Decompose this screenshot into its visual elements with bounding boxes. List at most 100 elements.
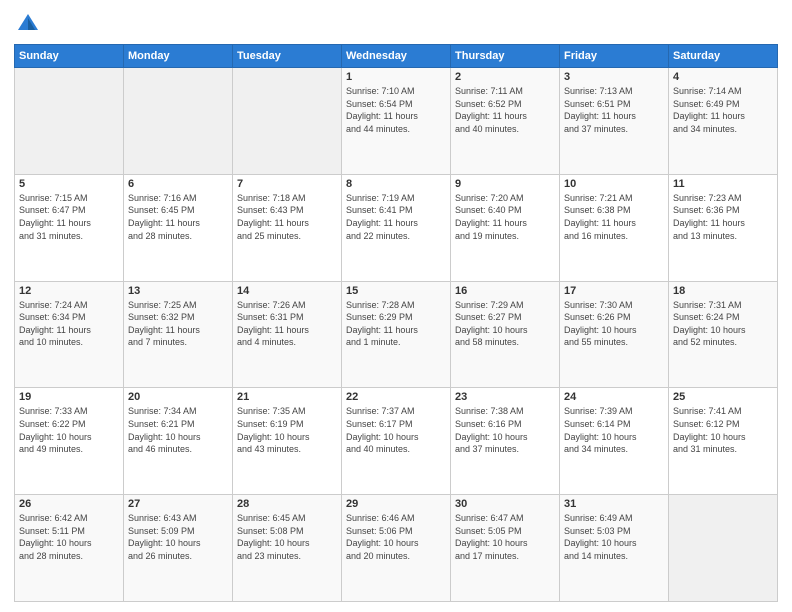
day-cell: 23 Sunrise: 7:38 AM Sunset: 6:16 PM Dayli… <box>451 388 560 495</box>
day-number: 27 <box>128 498 228 510</box>
weekday-header-monday: Monday <box>124 45 233 68</box>
day-cell: 28 Sunrise: 6:45 AM Sunset: 5:08 PM Dayli… <box>233 495 342 602</box>
day-cell: 1 Sunrise: 7:10 AM Sunset: 6:54 PM Daylig… <box>342 68 451 175</box>
day-number: 8 <box>346 178 446 190</box>
header <box>14 10 778 38</box>
day-number: 13 <box>128 285 228 297</box>
day-cell: 26 Sunrise: 6:42 AM Sunset: 5:11 PM Dayli… <box>15 495 124 602</box>
day-number: 25 <box>673 391 773 403</box>
day-number: 17 <box>564 285 664 297</box>
day-info: Sunrise: 7:29 AM Sunset: 6:27 PM Dayligh… <box>455 299 555 349</box>
day-info: Sunrise: 7:28 AM Sunset: 6:29 PM Dayligh… <box>346 299 446 349</box>
day-number: 14 <box>237 285 337 297</box>
day-number: 24 <box>564 391 664 403</box>
day-info: Sunrise: 6:43 AM Sunset: 5:09 PM Dayligh… <box>128 512 228 562</box>
day-info: Sunrise: 6:47 AM Sunset: 5:05 PM Dayligh… <box>455 512 555 562</box>
day-cell: 30Sunrise: 6:47 AM Sunset: 5:05 PM Dayli… <box>451 495 560 602</box>
day-info: Sunrise: 7:34 AM Sunset: 6:21 PM Dayligh… <box>128 405 228 455</box>
day-info: Sunrise: 6:46 AM Sunset: 5:06 PM Dayligh… <box>346 512 446 562</box>
day-number: 19 <box>19 391 119 403</box>
day-number: 11 <box>673 178 773 190</box>
day-cell: 6Sunrise: 7:16 AM Sunset: 6:45 PM Daylig… <box>124 174 233 281</box>
day-info: Sunrise: 7:26 AM Sunset: 6:31 PM Dayligh… <box>237 299 337 349</box>
day-info: Sunrise: 6:42 AM Sunset: 5:11 PM Dayligh… <box>19 512 119 562</box>
weekday-header-wednesday: Wednesday <box>342 45 451 68</box>
day-number: 1 <box>346 71 446 83</box>
week-row-0: 1 Sunrise: 7:10 AM Sunset: 6:54 PM Daylig… <box>15 68 778 175</box>
day-number: 16 <box>455 285 555 297</box>
day-number: 10 <box>564 178 664 190</box>
day-cell: 4Sunrise: 7:14 AM Sunset: 6:49 PM Daylig… <box>669 68 778 175</box>
day-number: 7 <box>237 178 337 190</box>
day-cell: 31 Sunrise: 6:49 AM Sunset: 5:03 PM Dayli… <box>560 495 669 602</box>
day-info: Sunrise: 7:16 AM Sunset: 6:45 PM Dayligh… <box>128 192 228 242</box>
week-row-3: 19 Sunrise: 7:33 AM Sunset: 6:22 PM Dayli… <box>15 388 778 495</box>
day-cell: 13 Sunrise: 7:25 AM Sunset: 6:32 PM Dayli… <box>124 281 233 388</box>
day-info: Sunrise: 7:33 AM Sunset: 6:22 PM Dayligh… <box>19 405 119 455</box>
week-row-1: 5 Sunrise: 7:15 AM Sunset: 6:47 PM Daylig… <box>15 174 778 281</box>
day-number: 15 <box>346 285 446 297</box>
day-number: 5 <box>19 178 119 190</box>
day-number: 20 <box>128 391 228 403</box>
day-number: 28 <box>237 498 337 510</box>
day-info: Sunrise: 6:45 AM Sunset: 5:08 PM Dayligh… <box>237 512 337 562</box>
day-cell: 9 Sunrise: 7:20 AM Sunset: 6:40 PM Daylig… <box>451 174 560 281</box>
day-number: 2 <box>455 71 555 83</box>
day-number: 31 <box>564 498 664 510</box>
day-cell: 11 Sunrise: 7:23 AM Sunset: 6:36 PM Dayli… <box>669 174 778 281</box>
day-cell: 22Sunrise: 7:37 AM Sunset: 6:17 PM Dayli… <box>342 388 451 495</box>
day-cell <box>15 68 124 175</box>
day-info: Sunrise: 6:49 AM Sunset: 5:03 PM Dayligh… <box>564 512 664 562</box>
day-cell: 17 Sunrise: 7:30 AM Sunset: 6:26 PM Dayli… <box>560 281 669 388</box>
day-number: 18 <box>673 285 773 297</box>
day-cell: 7 Sunrise: 7:18 AM Sunset: 6:43 PM Daylig… <box>233 174 342 281</box>
day-info: Sunrise: 7:30 AM Sunset: 6:26 PM Dayligh… <box>564 299 664 349</box>
weekday-header-thursday: Thursday <box>451 45 560 68</box>
day-cell: 29 Sunrise: 6:46 AM Sunset: 5:06 PM Dayli… <box>342 495 451 602</box>
day-info: Sunrise: 7:24 AM Sunset: 6:34 PM Dayligh… <box>19 299 119 349</box>
weekday-header-sunday: Sunday <box>15 45 124 68</box>
weekday-header-tuesday: Tuesday <box>233 45 342 68</box>
logo-icon <box>14 10 42 38</box>
day-cell: 2Sunrise: 7:11 AM Sunset: 6:52 PM Daylig… <box>451 68 560 175</box>
weekday-header-row: SundayMondayTuesdayWednesdayThursdayFrid… <box>15 45 778 68</box>
day-info: Sunrise: 7:25 AM Sunset: 6:32 PM Dayligh… <box>128 299 228 349</box>
day-info: Sunrise: 7:31 AM Sunset: 6:24 PM Dayligh… <box>673 299 773 349</box>
day-cell: 3 Sunrise: 7:13 AM Sunset: 6:51 PM Daylig… <box>560 68 669 175</box>
day-cell <box>124 68 233 175</box>
day-info: Sunrise: 7:37 AM Sunset: 6:17 PM Dayligh… <box>346 405 446 455</box>
day-cell <box>669 495 778 602</box>
day-number: 23 <box>455 391 555 403</box>
day-number: 9 <box>455 178 555 190</box>
day-info: Sunrise: 7:23 AM Sunset: 6:36 PM Dayligh… <box>673 192 773 242</box>
page: SundayMondayTuesdayWednesdayThursdayFrid… <box>0 0 792 612</box>
weekday-header-friday: Friday <box>560 45 669 68</box>
day-cell: 10Sunrise: 7:21 AM Sunset: 6:38 PM Dayli… <box>560 174 669 281</box>
day-cell: 18 Sunrise: 7:31 AM Sunset: 6:24 PM Dayli… <box>669 281 778 388</box>
day-info: Sunrise: 7:13 AM Sunset: 6:51 PM Dayligh… <box>564 85 664 135</box>
week-row-4: 26 Sunrise: 6:42 AM Sunset: 5:11 PM Dayli… <box>15 495 778 602</box>
day-info: Sunrise: 7:10 AM Sunset: 6:54 PM Dayligh… <box>346 85 446 135</box>
day-cell: 19 Sunrise: 7:33 AM Sunset: 6:22 PM Dayli… <box>15 388 124 495</box>
day-number: 26 <box>19 498 119 510</box>
day-info: Sunrise: 7:19 AM Sunset: 6:41 PM Dayligh… <box>346 192 446 242</box>
logo <box>14 10 46 38</box>
day-cell: 8 Sunrise: 7:19 AM Sunset: 6:41 PM Daylig… <box>342 174 451 281</box>
calendar-table: SundayMondayTuesdayWednesdayThursdayFrid… <box>14 44 778 602</box>
day-cell: 27 Sunrise: 6:43 AM Sunset: 5:09 PM Dayli… <box>124 495 233 602</box>
day-number: 29 <box>346 498 446 510</box>
day-cell: 12 Sunrise: 7:24 AM Sunset: 6:34 PM Dayli… <box>15 281 124 388</box>
day-info: Sunrise: 7:20 AM Sunset: 6:40 PM Dayligh… <box>455 192 555 242</box>
day-cell: 24Sunrise: 7:39 AM Sunset: 6:14 PM Dayli… <box>560 388 669 495</box>
day-cell: 16 Sunrise: 7:29 AM Sunset: 6:27 PM Dayli… <box>451 281 560 388</box>
day-info: Sunrise: 7:38 AM Sunset: 6:16 PM Dayligh… <box>455 405 555 455</box>
day-number: 12 <box>19 285 119 297</box>
day-number: 3 <box>564 71 664 83</box>
day-info: Sunrise: 7:15 AM Sunset: 6:47 PM Dayligh… <box>19 192 119 242</box>
weekday-header-saturday: Saturday <box>669 45 778 68</box>
day-number: 21 <box>237 391 337 403</box>
day-info: Sunrise: 7:18 AM Sunset: 6:43 PM Dayligh… <box>237 192 337 242</box>
week-row-2: 12 Sunrise: 7:24 AM Sunset: 6:34 PM Dayli… <box>15 281 778 388</box>
day-cell <box>233 68 342 175</box>
day-info: Sunrise: 7:35 AM Sunset: 6:19 PM Dayligh… <box>237 405 337 455</box>
